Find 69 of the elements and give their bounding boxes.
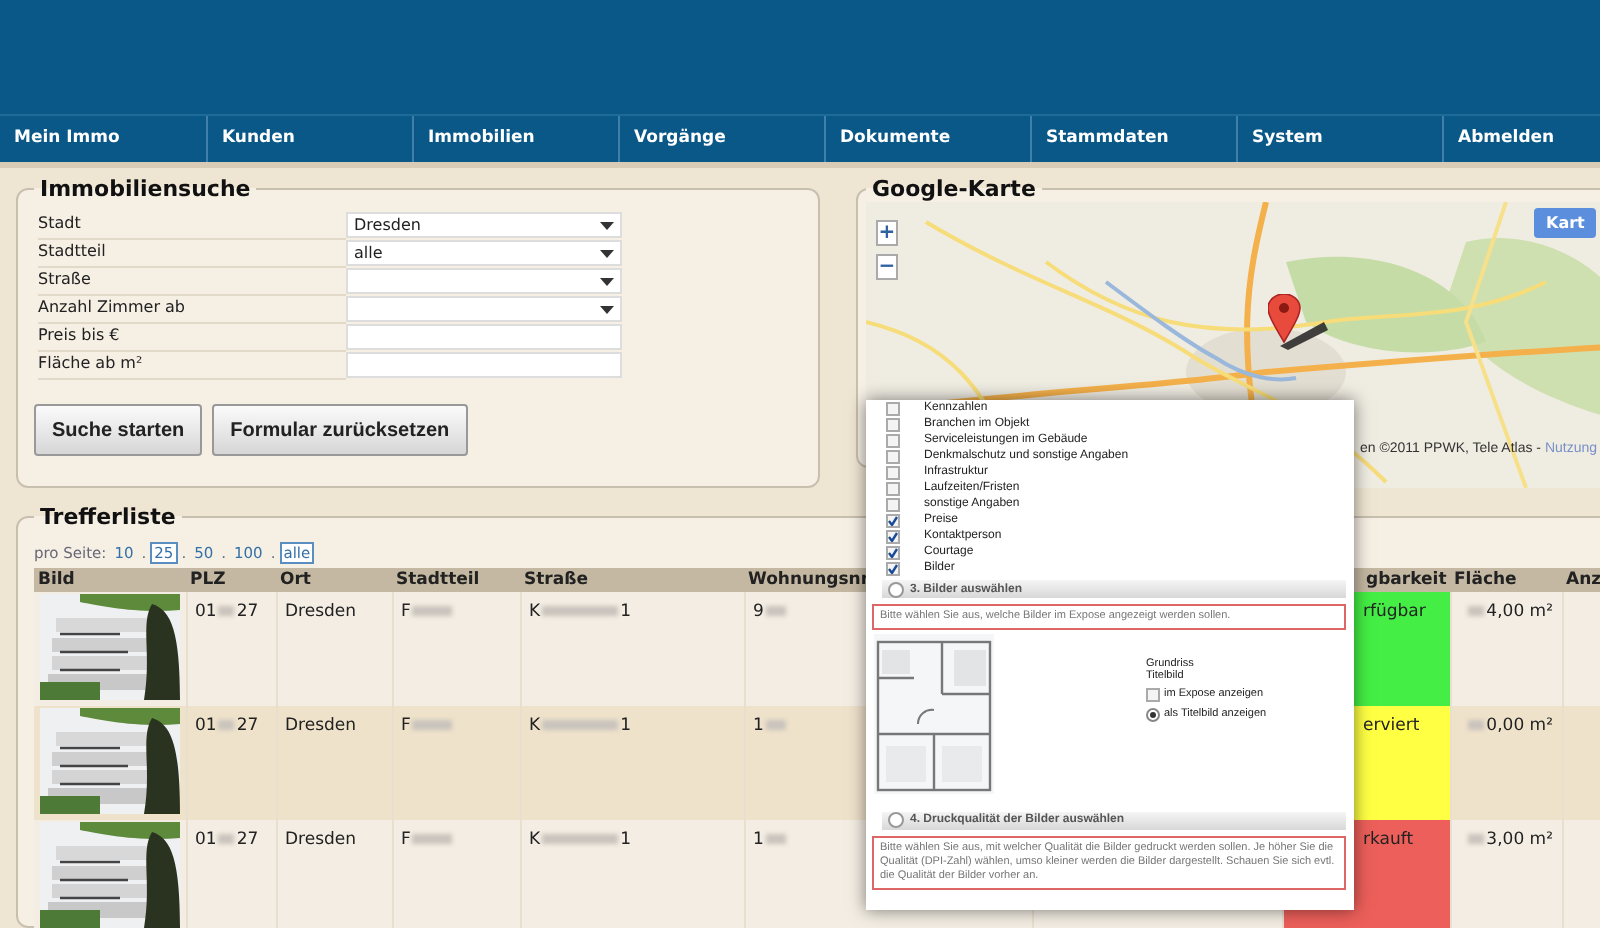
checkbox[interactable] bbox=[886, 433, 900, 447]
nav-link[interactable]: Dokumente bbox=[824, 116, 1030, 162]
section-title: Immobiliensuche bbox=[38, 176, 253, 202]
field-label: Preis bis € bbox=[38, 324, 346, 352]
input-field[interactable] bbox=[346, 352, 622, 378]
table-cell: Dresden bbox=[276, 820, 392, 928]
table-cell: 4,00 m² bbox=[1450, 592, 1562, 706]
checkbox[interactable] bbox=[886, 417, 900, 431]
nav-link[interactable]: Vorgänge bbox=[618, 116, 824, 162]
table-cell: 01 27 bbox=[186, 706, 276, 820]
select-field[interactable]: Dresden bbox=[346, 212, 622, 238]
caret-icon bbox=[600, 221, 614, 229]
table-cell: K 1 bbox=[520, 592, 744, 706]
table-cell: K 1 bbox=[520, 820, 744, 928]
column-header: Bild bbox=[34, 568, 186, 592]
checkbox[interactable] bbox=[886, 449, 900, 463]
column-header: PLZ bbox=[186, 568, 276, 592]
checkbox[interactable] bbox=[886, 465, 900, 479]
field-label: Fläche ab m² bbox=[38, 352, 346, 380]
nav-link[interactable]: Stammdaten bbox=[1030, 116, 1236, 162]
select-field[interactable]: alle bbox=[346, 240, 622, 266]
checkbox[interactable] bbox=[886, 513, 900, 527]
column-header: Fläche bbox=[1450, 568, 1562, 592]
nav-link[interactable]: Kunden bbox=[206, 116, 412, 162]
nav-link[interactable]: Immobilien bbox=[412, 116, 618, 162]
zoom-out-button[interactable]: − bbox=[876, 254, 898, 280]
checkbox[interactable] bbox=[886, 401, 900, 415]
checkbox[interactable] bbox=[886, 545, 900, 559]
zoom-in-button[interactable]: + bbox=[876, 220, 898, 246]
form-button[interactable]: Formular zurücksetzen bbox=[212, 404, 468, 456]
checkbox[interactable] bbox=[886, 529, 900, 543]
select-field[interactable] bbox=[346, 268, 622, 294]
step-circle-icon bbox=[888, 581, 904, 597]
nav-link[interactable]: Mein Immo bbox=[0, 116, 206, 162]
nav-link[interactable]: System bbox=[1236, 116, 1442, 162]
field-label: Anzahl Zimmer ab bbox=[38, 296, 346, 324]
column-header: Stadtteil bbox=[392, 568, 520, 592]
table-cell: F bbox=[392, 592, 520, 706]
step-circle-icon bbox=[888, 812, 904, 829]
select-field[interactable] bbox=[346, 296, 622, 322]
caret-icon bbox=[600, 305, 614, 313]
column-header: Ort bbox=[276, 568, 392, 592]
input-field[interactable] bbox=[346, 324, 622, 350]
checkbox[interactable] bbox=[886, 497, 900, 511]
column-header: Straße bbox=[520, 568, 744, 592]
table-cell: 01 27 bbox=[186, 820, 276, 928]
table-cell: 3,00 m² bbox=[1450, 820, 1562, 928]
table-cell: F bbox=[392, 706, 520, 820]
map-pin-icon bbox=[1268, 294, 1328, 350]
table-cell: K 1 bbox=[520, 706, 744, 820]
section-title: Google-Karte bbox=[870, 176, 1038, 202]
field-label: Straße bbox=[38, 268, 346, 296]
radio-button[interactable] bbox=[1146, 707, 1160, 722]
table-cell: 01 27 bbox=[186, 592, 276, 706]
checkbox[interactable] bbox=[886, 481, 900, 495]
field-label: Stadt bbox=[38, 212, 346, 240]
section-title: Trefferliste bbox=[38, 504, 178, 530]
table-cell: Dresden bbox=[276, 592, 392, 706]
nav-link[interactable]: Abmelden bbox=[1442, 116, 1600, 162]
caret-icon bbox=[600, 249, 614, 257]
caret-icon bbox=[600, 277, 614, 285]
table-cell: Dresden bbox=[276, 706, 392, 820]
field-label: Stadtteil bbox=[38, 240, 346, 268]
checkbox[interactable] bbox=[886, 561, 900, 575]
form-button[interactable]: Suche starten bbox=[34, 404, 203, 456]
checkbox[interactable] bbox=[1146, 687, 1160, 702]
column-header: Anz bbox=[1562, 568, 1600, 592]
table-cell: 0,00 m² bbox=[1450, 706, 1562, 820]
table-cell: F bbox=[392, 820, 520, 928]
